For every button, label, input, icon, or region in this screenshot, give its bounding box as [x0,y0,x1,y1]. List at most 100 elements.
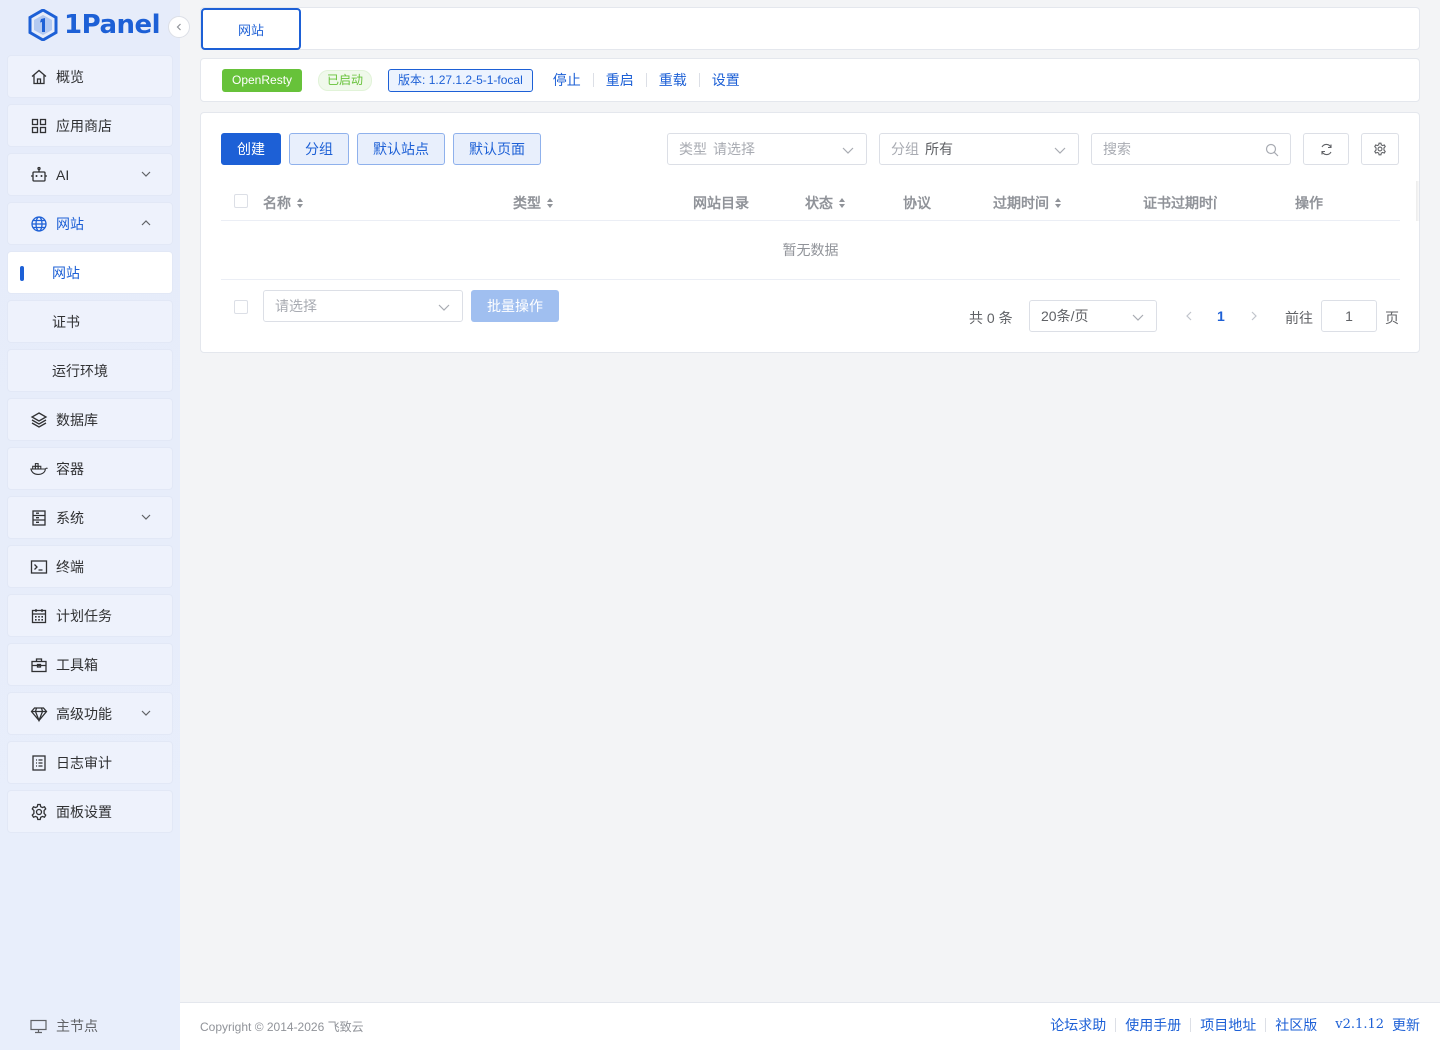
toolbox-icon [30,656,48,674]
batch-select-checkbox[interactable] [234,300,248,314]
column-actions: 操作 [1295,193,1323,213]
batch-operation-button[interactable]: 批量操作 [471,290,559,322]
column-label: 网站目录 [693,195,749,211]
sidebar-item-container[interactable]: 容器 [7,447,173,490]
footer: Copyright © 2014-2026 飞致云 论坛求助 使用手册 项目地址… [180,1002,1440,1050]
column-label: 名称 [263,195,291,211]
footer-links: 论坛求助 使用手册 项目地址 社区版 v2.1.12 更新 [1041,1018,1420,1032]
stop-button[interactable]: 停止 [541,73,593,87]
settings-button[interactable]: 设置 [698,73,752,87]
column-cert-expire: 证书过期时间 [1143,195,1217,211]
sidebar-subitem-certificate[interactable]: 证书 [7,300,173,343]
refresh-icon [1320,143,1332,155]
logo[interactable]: 1Panel [28,8,161,42]
sidebar-item-label: 网站 [52,264,80,281]
tab-website[interactable]: 网站 [201,8,301,50]
edition-link[interactable]: 社区版 [1265,1018,1326,1032]
group-filter-label: 分组 [891,141,919,157]
batch-placeholder: 请选择 [275,298,317,314]
table-header: 名称 类型 网站目录 状态 协议 过期时间 证书过期时间 操作 [221,181,1400,221]
sidebar-item-label: 应用商店 [56,117,112,134]
sidebar-item-overview[interactable]: 概览 [7,55,173,98]
column-name[interactable]: 名称 [263,193,304,213]
sidebar-subitem-website[interactable]: 网站 [7,251,173,294]
version-tag: 版本: 1.27.1.2-5-1-focal [388,68,533,92]
project-link[interactable]: 项目地址 [1190,1018,1265,1032]
search-input[interactable]: 搜索 [1091,133,1291,165]
column-protocol: 协议 [903,193,931,213]
select-all-checkbox[interactable] [234,194,248,208]
group-filter-select[interactable]: 分组 所有 [879,133,1079,165]
collapse-sidebar-button[interactable] [168,16,190,38]
chevron-down-icon [1054,147,1066,154]
sort-icon [297,198,303,208]
sidebar-item-system[interactable]: 系统 [7,496,173,539]
sidebar-item-cronjob[interactable]: 计划任务 [7,594,173,637]
monitor-icon [30,1019,47,1033]
create-button[interactable]: 创建 [221,133,281,165]
empty-state: 暂无数据 [221,221,1400,280]
chevron-up-icon [141,220,151,226]
group-filter-value: 所有 [925,141,953,157]
terminal-icon [30,558,48,576]
column-expire-date[interactable]: 过期时间 [993,193,1062,213]
sidebar-subitem-runtime[interactable]: 运行环境 [7,349,173,392]
column-label: 协议 [903,195,931,211]
chevron-left-icon [176,23,181,31]
sidebar: 1Panel 概览 应用商店 AI 网站 网站 证书 运行环境 数据库 容器 系… [0,0,190,1050]
search-icon [1265,143,1279,157]
tab-bar: 网站 [200,7,1420,50]
sidebar-item-label: 计划任务 [56,607,112,624]
reload-button[interactable]: 重载 [645,73,699,87]
update-link[interactable]: 更新 [1392,1018,1420,1032]
type-filter-placeholder: 请选择 [713,141,755,157]
total-count: 共 0 条 [969,310,1013,326]
page-jump-input[interactable]: 1 [1321,300,1377,332]
default-page-button[interactable]: 默认页面 [453,133,541,165]
sidebar-item-settings[interactable]: 面板设置 [7,790,173,833]
column-label: 操作 [1295,195,1323,211]
sidebar-item-ai[interactable]: AI [7,153,173,196]
current-page[interactable]: 1 [1217,308,1225,324]
sidebar-item-label: 概览 [56,68,84,85]
batch-action-select[interactable]: 请选择 [263,290,463,322]
sidebar-item-advanced[interactable]: 高级功能 [7,692,173,735]
sidebar-item-label: AI [56,166,70,183]
next-page-icon[interactable] [1250,311,1258,321]
goto-label: 前往 [1285,310,1313,326]
chevron-down-icon [141,514,151,520]
node-selector[interactable]: 主节点 [30,1016,98,1036]
manual-link[interactable]: 使用手册 [1115,1018,1190,1032]
logo-icon [28,9,58,41]
forum-link[interactable]: 论坛求助 [1041,1018,1115,1032]
chevron-down-icon [1132,314,1144,321]
sidebar-item-label: 数据库 [56,411,98,428]
sidebar-item-website[interactable]: 网站 [7,202,173,245]
column-label: 状态 [805,195,833,211]
default-site-button[interactable]: 默认站点 [357,133,445,165]
logo-text: 1Panel [64,10,161,40]
page-size-select[interactable]: 20条/页 [1029,300,1157,332]
status-badge: 已启动 [318,69,373,91]
sidebar-item-label: 容器 [56,460,84,477]
table-settings-button[interactable] [1361,133,1399,165]
robot-icon [30,166,48,184]
sidebar-item-appstore[interactable]: 应用商店 [7,104,173,147]
sidebar-item-terminal[interactable]: 终端 [7,545,173,588]
column-status[interactable]: 状态 [805,193,846,213]
group-button[interactable]: 分组 [289,133,349,165]
sidebar-item-label: 工具箱 [56,656,98,673]
sidebar-item-label: 系统 [56,509,84,526]
refresh-button[interactable] [1303,133,1349,165]
type-filter-select[interactable]: 类型 请选择 [667,133,867,165]
chevron-down-icon [141,710,151,716]
column-type[interactable]: 类型 [513,193,554,213]
search-placeholder: 搜索 [1103,141,1131,157]
sidebar-item-logs[interactable]: 日志审计 [7,741,173,784]
sidebar-item-toolbox[interactable]: 工具箱 [7,643,173,686]
restart-button[interactable]: 重启 [592,73,646,87]
app-name-tag: OpenResty [222,68,303,92]
sidebar-item-database[interactable]: 数据库 [7,398,173,441]
calendar-icon [30,607,48,625]
prev-page-icon[interactable] [1185,311,1193,321]
